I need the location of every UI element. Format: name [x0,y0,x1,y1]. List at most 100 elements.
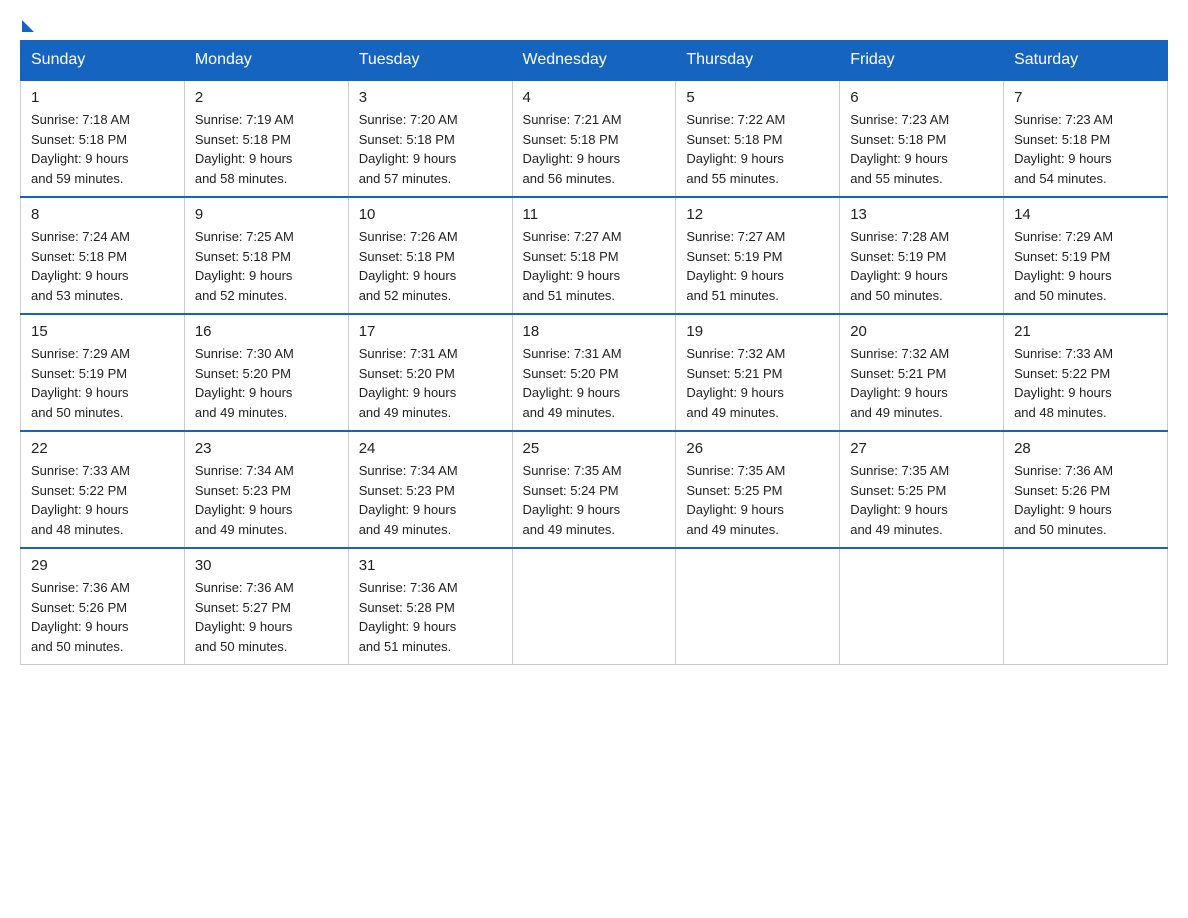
day-info: Sunrise: 7:20 AM Sunset: 5:18 PM Dayligh… [359,110,502,188]
day-number: 7 [1014,89,1157,106]
day-number: 19 [686,323,829,340]
day-cell: 16 Sunrise: 7:30 AM Sunset: 5:20 PM Dayl… [184,314,348,431]
day-number: 4 [523,89,666,106]
day-cell: 2 Sunrise: 7:19 AM Sunset: 5:18 PM Dayli… [184,80,348,197]
day-info: Sunrise: 7:35 AM Sunset: 5:25 PM Dayligh… [850,461,993,539]
day-number: 17 [359,323,502,340]
day-cell: 31 Sunrise: 7:36 AM Sunset: 5:28 PM Dayl… [348,548,512,665]
day-info: Sunrise: 7:23 AM Sunset: 5:18 PM Dayligh… [1014,110,1157,188]
day-number: 10 [359,206,502,223]
header-thursday: Thursday [676,41,840,81]
day-number: 6 [850,89,993,106]
page-header [20,20,1168,30]
day-info: Sunrise: 7:33 AM Sunset: 5:22 PM Dayligh… [31,461,174,539]
day-number: 29 [31,557,174,574]
day-cell [1004,548,1168,665]
day-number: 20 [850,323,993,340]
day-cell: 23 Sunrise: 7:34 AM Sunset: 5:23 PM Dayl… [184,431,348,548]
day-number: 11 [523,206,666,223]
header-wednesday: Wednesday [512,41,676,81]
day-number: 8 [31,206,174,223]
header-row: SundayMondayTuesdayWednesdayThursdayFrid… [21,41,1168,81]
day-info: Sunrise: 7:27 AM Sunset: 5:18 PM Dayligh… [523,227,666,305]
day-number: 9 [195,206,338,223]
week-row-1: 1 Sunrise: 7:18 AM Sunset: 5:18 PM Dayli… [21,80,1168,197]
day-cell: 22 Sunrise: 7:33 AM Sunset: 5:22 PM Dayl… [21,431,185,548]
day-number: 21 [1014,323,1157,340]
day-info: Sunrise: 7:36 AM Sunset: 5:26 PM Dayligh… [31,578,174,656]
day-cell: 7 Sunrise: 7:23 AM Sunset: 5:18 PM Dayli… [1004,80,1168,197]
day-cell: 30 Sunrise: 7:36 AM Sunset: 5:27 PM Dayl… [184,548,348,665]
day-number: 3 [359,89,502,106]
day-number: 23 [195,440,338,457]
week-row-3: 15 Sunrise: 7:29 AM Sunset: 5:19 PM Dayl… [21,314,1168,431]
day-info: Sunrise: 7:29 AM Sunset: 5:19 PM Dayligh… [31,344,174,422]
day-number: 14 [1014,206,1157,223]
day-cell: 14 Sunrise: 7:29 AM Sunset: 5:19 PM Dayl… [1004,197,1168,314]
day-number: 2 [195,89,338,106]
day-cell: 17 Sunrise: 7:31 AM Sunset: 5:20 PM Dayl… [348,314,512,431]
day-number: 1 [31,89,174,106]
day-number: 18 [523,323,666,340]
day-info: Sunrise: 7:21 AM Sunset: 5:18 PM Dayligh… [523,110,666,188]
day-info: Sunrise: 7:22 AM Sunset: 5:18 PM Dayligh… [686,110,829,188]
day-cell: 26 Sunrise: 7:35 AM Sunset: 5:25 PM Dayl… [676,431,840,548]
calendar-table: SundayMondayTuesdayWednesdayThursdayFrid… [20,40,1168,665]
header-saturday: Saturday [1004,41,1168,81]
day-cell: 19 Sunrise: 7:32 AM Sunset: 5:21 PM Dayl… [676,314,840,431]
day-number: 25 [523,440,666,457]
day-cell: 1 Sunrise: 7:18 AM Sunset: 5:18 PM Dayli… [21,80,185,197]
day-info: Sunrise: 7:34 AM Sunset: 5:23 PM Dayligh… [195,461,338,539]
day-number: 28 [1014,440,1157,457]
day-number: 31 [359,557,502,574]
day-info: Sunrise: 7:36 AM Sunset: 5:27 PM Dayligh… [195,578,338,656]
day-info: Sunrise: 7:35 AM Sunset: 5:25 PM Dayligh… [686,461,829,539]
day-number: 15 [31,323,174,340]
day-info: Sunrise: 7:32 AM Sunset: 5:21 PM Dayligh… [686,344,829,422]
day-cell: 11 Sunrise: 7:27 AM Sunset: 5:18 PM Dayl… [512,197,676,314]
week-row-5: 29 Sunrise: 7:36 AM Sunset: 5:26 PM Dayl… [21,548,1168,665]
day-info: Sunrise: 7:26 AM Sunset: 5:18 PM Dayligh… [359,227,502,305]
day-cell: 27 Sunrise: 7:35 AM Sunset: 5:25 PM Dayl… [840,431,1004,548]
day-cell: 10 Sunrise: 7:26 AM Sunset: 5:18 PM Dayl… [348,197,512,314]
day-cell: 13 Sunrise: 7:28 AM Sunset: 5:19 PM Dayl… [840,197,1004,314]
week-row-4: 22 Sunrise: 7:33 AM Sunset: 5:22 PM Dayl… [21,431,1168,548]
day-info: Sunrise: 7:35 AM Sunset: 5:24 PM Dayligh… [523,461,666,539]
day-info: Sunrise: 7:31 AM Sunset: 5:20 PM Dayligh… [359,344,502,422]
day-info: Sunrise: 7:36 AM Sunset: 5:26 PM Dayligh… [1014,461,1157,539]
day-cell: 24 Sunrise: 7:34 AM Sunset: 5:23 PM Dayl… [348,431,512,548]
day-cell: 28 Sunrise: 7:36 AM Sunset: 5:26 PM Dayl… [1004,431,1168,548]
day-cell: 12 Sunrise: 7:27 AM Sunset: 5:19 PM Dayl… [676,197,840,314]
header-tuesday: Tuesday [348,41,512,81]
header-sunday: Sunday [21,41,185,81]
day-info: Sunrise: 7:23 AM Sunset: 5:18 PM Dayligh… [850,110,993,188]
logo-area [20,20,34,30]
day-info: Sunrise: 7:28 AM Sunset: 5:19 PM Dayligh… [850,227,993,305]
day-info: Sunrise: 7:27 AM Sunset: 5:19 PM Dayligh… [686,227,829,305]
day-info: Sunrise: 7:33 AM Sunset: 5:22 PM Dayligh… [1014,344,1157,422]
day-number: 12 [686,206,829,223]
day-cell: 21 Sunrise: 7:33 AM Sunset: 5:22 PM Dayl… [1004,314,1168,431]
day-number: 13 [850,206,993,223]
day-number: 26 [686,440,829,457]
day-cell [840,548,1004,665]
day-info: Sunrise: 7:34 AM Sunset: 5:23 PM Dayligh… [359,461,502,539]
day-number: 24 [359,440,502,457]
day-cell: 8 Sunrise: 7:24 AM Sunset: 5:18 PM Dayli… [21,197,185,314]
day-cell: 20 Sunrise: 7:32 AM Sunset: 5:21 PM Dayl… [840,314,1004,431]
header-monday: Monday [184,41,348,81]
day-info: Sunrise: 7:19 AM Sunset: 5:18 PM Dayligh… [195,110,338,188]
day-number: 16 [195,323,338,340]
day-cell: 3 Sunrise: 7:20 AM Sunset: 5:18 PM Dayli… [348,80,512,197]
day-cell: 25 Sunrise: 7:35 AM Sunset: 5:24 PM Dayl… [512,431,676,548]
day-cell: 15 Sunrise: 7:29 AM Sunset: 5:19 PM Dayl… [21,314,185,431]
day-cell: 6 Sunrise: 7:23 AM Sunset: 5:18 PM Dayli… [840,80,1004,197]
day-info: Sunrise: 7:36 AM Sunset: 5:28 PM Dayligh… [359,578,502,656]
day-info: Sunrise: 7:24 AM Sunset: 5:18 PM Dayligh… [31,227,174,305]
logo-triangle-icon [22,20,34,32]
day-number: 27 [850,440,993,457]
day-cell: 29 Sunrise: 7:36 AM Sunset: 5:26 PM Dayl… [21,548,185,665]
header-friday: Friday [840,41,1004,81]
day-number: 30 [195,557,338,574]
logo [20,20,34,36]
